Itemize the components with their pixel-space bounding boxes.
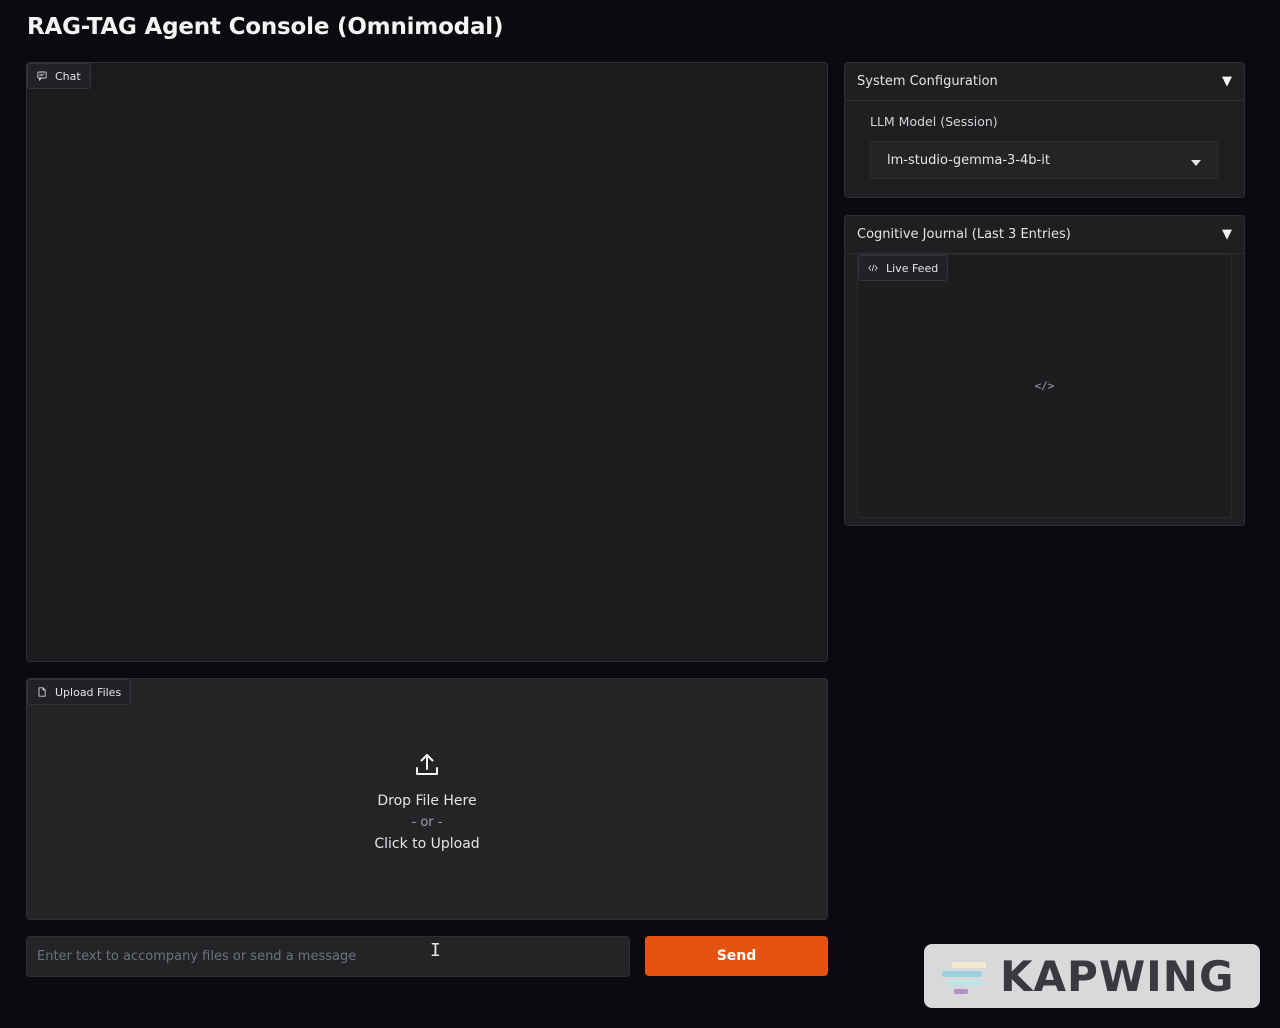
cognitive-journal-accordion: Cognitive Journal (Last 3 Entries) ▼ Liv… bbox=[844, 215, 1245, 526]
upload-label-tag: Upload Files bbox=[27, 679, 132, 705]
system-config-header[interactable]: System Configuration ▼ bbox=[845, 63, 1244, 101]
system-config-accordion: System Configuration ▼ LLM Model (Sessio… bbox=[844, 62, 1245, 198]
watermark-text: KAPWING bbox=[1000, 951, 1235, 1001]
or-separator: - or - bbox=[411, 815, 443, 830]
upload-dropzone[interactable]: Upload Files Drop File Here - or - Click… bbox=[26, 678, 828, 920]
upload-label: Upload Files bbox=[55, 685, 122, 699]
collapse-caret-icon[interactable]: ▼ bbox=[1222, 74, 1232, 89]
live-feed-box: Live Feed </> bbox=[857, 254, 1232, 518]
collapse-caret-icon[interactable]: ▼ bbox=[1222, 227, 1232, 242]
message-input[interactable] bbox=[26, 936, 630, 977]
app-root: RAG-TAG Agent Console (Omnimodal) Chat U… bbox=[0, 0, 1280, 1028]
empty-code-icon: </> bbox=[1034, 379, 1055, 393]
click-to-upload-text[interactable]: Click to Upload bbox=[374, 836, 479, 852]
upload-target[interactable]: Drop File Here - or - Click to Upload bbox=[27, 751, 827, 852]
chat-icon bbox=[37, 71, 47, 81]
chat-panel: Chat bbox=[26, 62, 828, 662]
kapwing-watermark: KAPWING bbox=[924, 944, 1260, 1008]
chat-label: Chat bbox=[55, 69, 81, 83]
system-config-title: System Configuration bbox=[857, 74, 998, 89]
page-title: RAG-TAG Agent Console (Omnimodal) bbox=[27, 14, 504, 40]
upload-icon bbox=[413, 751, 441, 783]
file-icon bbox=[37, 687, 47, 697]
code-icon bbox=[868, 263, 878, 273]
cognitive-journal-title: Cognitive Journal (Last 3 Entries) bbox=[857, 227, 1071, 242]
dropdown-arrow-icon bbox=[1191, 151, 1201, 170]
live-feed-tag: Live Feed bbox=[858, 255, 949, 281]
send-button[interactable]: Send bbox=[645, 936, 828, 976]
llm-model-value: lm-studio-gemma-3-4b-it bbox=[887, 152, 1050, 168]
drop-file-text: Drop File Here bbox=[377, 793, 477, 809]
llm-model-dropdown[interactable]: lm-studio-gemma-3-4b-it bbox=[870, 141, 1218, 179]
chat-label-tag: Chat bbox=[27, 63, 91, 89]
cognitive-journal-header[interactable]: Cognitive Journal (Last 3 Entries) ▼ bbox=[845, 216, 1244, 254]
text-cursor-icon: I bbox=[430, 940, 441, 961]
live-feed-label: Live Feed bbox=[886, 261, 939, 275]
kapwing-logo-icon bbox=[942, 962, 986, 994]
llm-model-label: LLM Model (Session) bbox=[870, 114, 998, 129]
